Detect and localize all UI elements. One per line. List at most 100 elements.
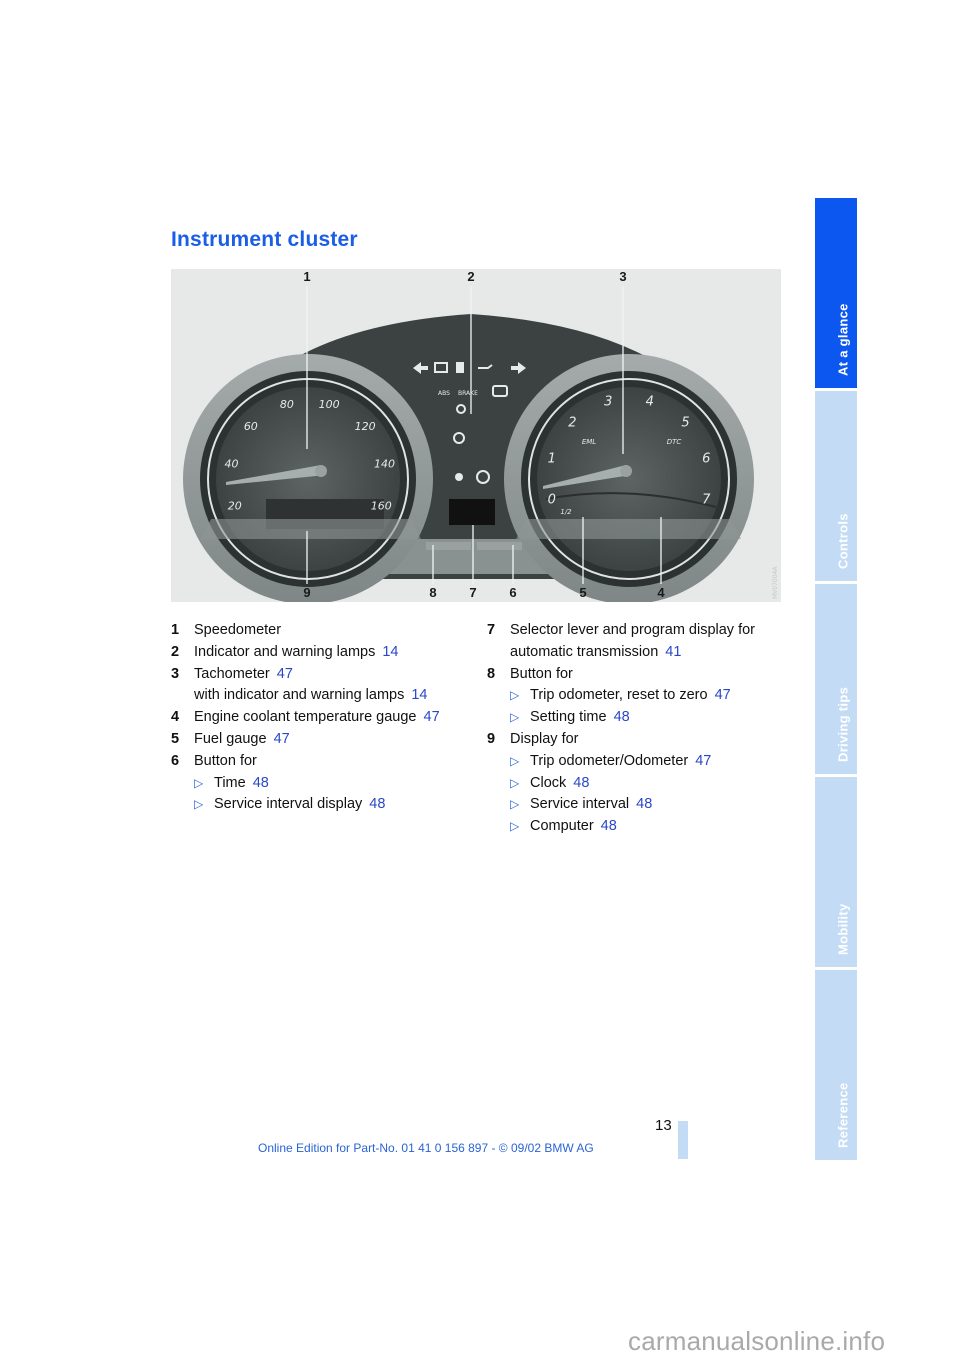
tab-reference[interactable]: Reference [815,970,857,1160]
legend-number: 8 [487,665,496,682]
legend-sub-text: Service interval display [214,796,363,813]
callout-2: 2 [467,269,474,284]
triangle-right-icon: ▷ [510,797,520,812]
legend-text: Display for [510,730,579,747]
speedo-mph-label: 60 [244,420,258,433]
tab-mobility[interactable]: Mobility [815,777,857,967]
legend-number: 2 [171,643,180,660]
speedo-mph-label: 140 [374,458,395,471]
selector-lever-display [449,499,495,525]
legend-number: 1 [171,622,180,638]
callout-7: 7 [469,585,476,600]
triangle-right-icon: ▷ [510,819,520,834]
tacho-label: 7 [702,493,711,508]
page-reference-link[interactable]: 48 [614,709,630,725]
tab-label: Reference [835,1082,851,1148]
legend-text: Button for [510,665,573,682]
page-reference-link[interactable]: 14 [382,644,398,660]
page-reference-link[interactable]: 48 [601,818,617,834]
callout-9: 9 [303,585,310,600]
tab-label: Controls [835,513,851,569]
legend-text: Button for [194,752,257,769]
legend-sub-item: ▷ Trip odometer, reset to zero 47 [487,685,787,707]
legend-text-line2: with indicator and warning lamps [194,687,405,704]
legend-text: Fuel gauge [194,730,267,747]
tab-at-a-glance[interactable]: At a glance [815,198,857,388]
legend-number: 3 [171,665,180,682]
legend-sub-item: ▷ Computer 48 [487,816,787,838]
speedo-mph-label: 20 [228,500,242,513]
legend-sub-text: Time [214,774,246,791]
page-reference-link[interactable]: 47 [715,687,731,703]
watermark: carmanualsonline.info [628,1326,886,1356]
tacho-label: 2 [568,415,576,430]
page-reference-link[interactable]: 48 [573,775,589,791]
legend-text: Speedometer [194,622,282,638]
legend-number: 4 [171,709,180,726]
legend-number: 5 [171,730,180,747]
legend-sub-text: Clock [530,774,567,791]
callout-6: 6 [509,585,516,600]
tacho-label: 0 [548,493,556,508]
page-reference-link[interactable]: 41 [665,644,681,660]
dtc-lamp-label: DTC [667,438,682,446]
page-reference-link[interactable]: 47 [424,709,440,725]
legend-item-3: 3 Tachometer 47 with indicator and warning … [171,664,471,708]
callout-5: 5 [579,585,586,600]
legend-item-4: 4 Engine coolant temperature gauge 47 [171,707,471,729]
page-reference-link[interactable]: 48 [253,775,269,791]
page-reference-link[interactable]: 47 [274,731,290,747]
page-reference-link[interactable]: 48 [636,796,652,812]
tab-controls[interactable]: Controls [815,391,857,581]
legend-item-1: 1 Speedometer [171,620,471,642]
legend-left: 1 Speedometer 2 Indicator and warning lamps… [171,620,471,816]
legend-sub-item: ▷ Time 48 [171,773,471,795]
legend-text: Tachometer [194,665,270,682]
page-reference-link[interactable]: 14 [411,687,427,703]
speedo-mph-label: 160 [371,500,392,513]
tacho-label: 3 [604,395,612,410]
speedo-mph-label: 100 [319,398,340,411]
legend-sub-text: Trip odometer/Odometer [530,752,689,769]
page-reference-link[interactable]: 47 [277,666,293,682]
legend-item-7: 7 Selector lever and program display for a… [487,620,787,664]
triangle-right-icon: ▷ [510,688,520,703]
legend-item-9: 9 Display for [487,729,787,751]
tacho-label: 5 [681,415,689,430]
abs-lamp-label: ABS [438,390,450,397]
tab-driving-tips[interactable]: Driving tips [815,584,857,774]
image-code: MV07004A [772,566,779,599]
triangle-right-icon: ▷ [510,753,520,768]
triangle-right-icon: ▷ [194,775,204,790]
legend-item-6: 6 Button for [171,751,471,773]
fuel-half-mark: 1/2 [560,508,572,516]
page-number: 13 [655,1117,672,1134]
page-title: Instrument cluster [171,228,358,251]
page-marker-bar [678,1121,688,1159]
page-reference-link[interactable]: 47 [695,753,711,769]
triangle-right-icon: ▷ [510,775,520,790]
legend-sub-item: ▷ Trip odometer/Odometer 47 [487,751,787,773]
legend-sub-text: Trip odometer, reset to zero [530,687,708,704]
legend-right: 7 Selector lever and program display for a… [487,620,787,838]
legend-number: 6 [171,752,180,769]
callout-1: 1 [303,269,310,284]
section-tabs: At a glance Controls Driving tips Mobility R… [815,198,857,1163]
legend-number: 9 [487,730,496,747]
tacho-label: 6 [702,451,710,466]
legend-sub-text: Setting time [530,709,607,726]
legend-sub-text: Computer [530,818,594,835]
speedo-mph-label: 40 [225,458,239,471]
page-reference-link[interactable]: 48 [369,796,385,812]
tacho-label: 4 [646,395,654,410]
triangle-right-icon: ▷ [510,710,520,725]
callout-8: 8 [429,585,436,600]
legend-sub-item: ▷ Service interval display 48 [171,794,471,816]
legend-item-5: 5 Fuel gauge 47 [171,729,471,751]
speedo-mph-label: 120 [355,420,376,433]
tachometer [504,354,754,602]
legend-item-2: 2 Indicator and warning lamps 14 [171,642,471,664]
legend-text: Engine coolant temperature gauge [194,709,417,726]
legend-sub-item: ▷ Clock 48 [487,773,787,795]
speedo-mph-label: 80 [280,398,294,411]
